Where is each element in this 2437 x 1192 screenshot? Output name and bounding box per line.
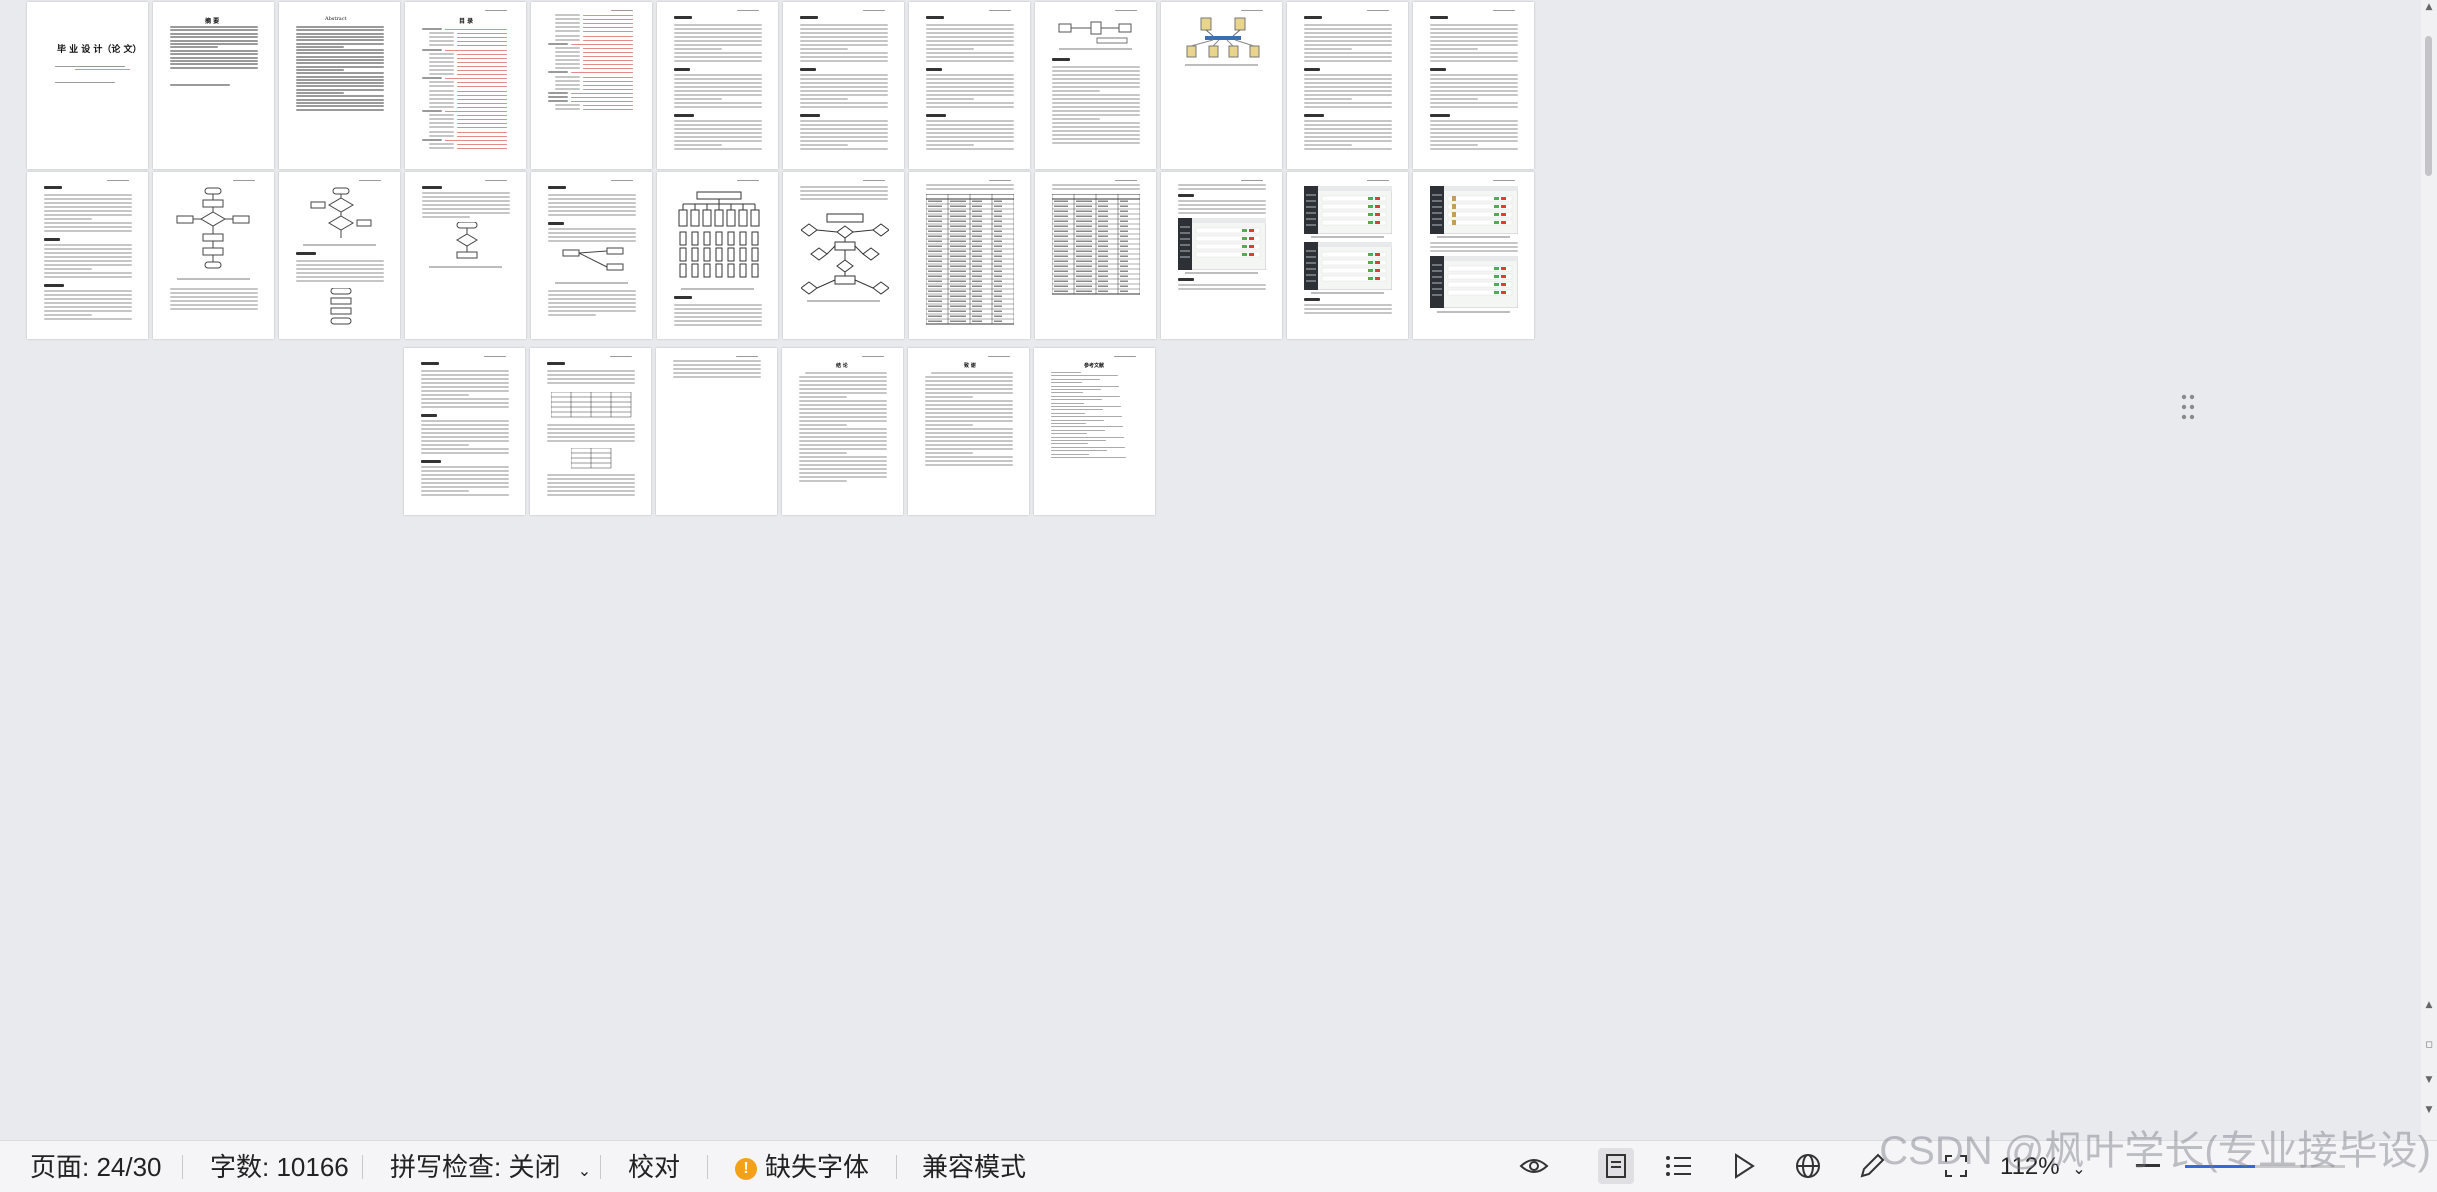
scroll-page-icon[interactable]: ◻: [2424, 1040, 2434, 1050]
ui-screenshot: [1430, 186, 1518, 234]
spellcheck-label: 拼写检查: 关闭: [390, 1152, 561, 1182]
page-view-icon[interactable]: [1598, 1148, 1634, 1184]
page-thumbnail-26[interactable]: [530, 348, 651, 515]
scroll-up-icon[interactable]: ▲: [2424, 2, 2434, 12]
page-thumbnail-5[interactable]: [531, 2, 652, 169]
compat-mode-label: 兼容模式: [922, 1152, 1027, 1182]
status-bar: 页面: 24/30 字数: 10166 拼写检查: 关闭 ⌄ 校对 ! 缺失字体 …: [0, 1140, 2437, 1192]
data-table: [926, 194, 1014, 325]
flowchart: [456, 222, 478, 259]
ui-screenshot: [1304, 186, 1392, 234]
divider: [896, 1155, 897, 1179]
page-thumbnail-13[interactable]: [27, 172, 148, 339]
page-thumbnail-6[interactable]: [657, 2, 778, 169]
zoom-slider-fill: [2185, 1165, 2255, 1168]
conclusion-heading: 结 论: [836, 363, 848, 369]
page-thumbnail-15[interactable]: [279, 172, 400, 339]
thesis-title: 毕 业 设 计（论 文）: [57, 45, 142, 55]
divider: [362, 1155, 363, 1179]
er-diagram: [801, 213, 889, 295]
scroll-page-up-icon[interactable]: ▲: [2424, 1000, 2434, 1010]
abstract-heading: 摘 要: [205, 18, 220, 25]
references-heading: 参考文献: [1084, 363, 1105, 369]
word-count[interactable]: 字数: 10166: [210, 1150, 349, 1184]
page-thumbnail-3[interactable]: Abstract: [279, 2, 400, 169]
page-thumbnail-2[interactable]: 摘 要: [153, 2, 274, 169]
spellcheck-toggle[interactable]: 拼写检查: 关闭 ⌄: [390, 1150, 591, 1184]
chevron-down-icon: ⌄: [2072, 1161, 2086, 1178]
divider: [707, 1155, 708, 1179]
structure-chart: [678, 191, 760, 278]
chevron-down-icon: ⌄: [577, 1163, 592, 1180]
test-table: [571, 448, 612, 469]
page-thumbnail-23[interactable]: [1287, 172, 1408, 339]
page-thumbnail-19[interactable]: [783, 172, 904, 339]
network-diagram: [1058, 21, 1132, 44]
page-thumbnail-16[interactable]: [405, 172, 526, 339]
warning-icon: !: [735, 1158, 757, 1181]
page-thumbnail-7[interactable]: [783, 2, 904, 169]
zoom-level[interactable]: 112% ⌄: [2000, 1150, 2086, 1184]
page-thumbnail-28[interactable]: 结 论: [782, 348, 903, 515]
test-table: [551, 392, 632, 418]
ui-screenshot: [1430, 256, 1518, 308]
flowchart: [310, 187, 372, 238]
page-thumbnail-18[interactable]: [657, 172, 778, 339]
flowchart: [176, 187, 250, 269]
missing-fonts-label: 缺失字体: [765, 1152, 870, 1182]
web-view-icon[interactable]: [1790, 1148, 1826, 1184]
outline-view-icon[interactable]: [1661, 1148, 1697, 1184]
page-thumbnail-22[interactable]: [1161, 172, 1282, 339]
flowchart: [330, 288, 352, 325]
zoom-value: 112%: [2000, 1153, 2060, 1180]
proofread-button[interactable]: 校对: [628, 1150, 680, 1184]
pen-icon[interactable]: [1854, 1148, 1890, 1184]
scrollbar-thumb[interactable]: [2425, 36, 2432, 176]
eye-icon[interactable]: [1516, 1148, 1552, 1184]
page-thumbnail-9[interactable]: [1035, 2, 1156, 169]
ui-screenshot: [1178, 218, 1266, 270]
abstract-en-heading: Abstract: [325, 16, 347, 22]
scroll-down-icon[interactable]: ▼: [2424, 1105, 2434, 1115]
page-thumbnail-24[interactable]: [1413, 172, 1534, 339]
missing-fonts-button[interactable]: ! 缺失字体: [735, 1150, 869, 1184]
scroll-page-down-icon[interactable]: ▼: [2424, 1075, 2434, 1085]
page-thumbnail-21[interactable]: [1035, 172, 1156, 339]
page-thumbnail-17[interactable]: [531, 172, 652, 339]
vertical-scrollbar[interactable]: ▲ ▲ ◻ ▼ ▼: [2421, 0, 2437, 1140]
page-thumbnail-12[interactable]: [1413, 2, 1534, 169]
ui-screenshot: [1304, 242, 1392, 290]
page-thumbnail-11[interactable]: [1287, 2, 1408, 169]
thanks-heading: 致 谢: [964, 363, 976, 369]
data-table: [1052, 194, 1140, 295]
page-indicator[interactable]: 页面: 24/30: [30, 1150, 162, 1184]
page-thumbnail-25[interactable]: [404, 348, 525, 515]
play-icon[interactable]: [1726, 1148, 1762, 1184]
page-thumbnail-20[interactable]: [909, 172, 1030, 339]
page-thumbnail-1[interactable]: 毕 业 设 计（论 文）: [27, 2, 148, 169]
page-thumbnail-27[interactable]: [656, 348, 777, 515]
page-thumbnail-30[interactable]: 参考文献: [1034, 348, 1155, 515]
zoom-slider[interactable]: [2185, 1165, 2345, 1168]
document-canvas[interactable]: 毕 业 设 计（论 文） 摘 要 Abstract 目 录 结 论 致 谢 参考文…: [0, 0, 2437, 1140]
server-diagram: [1186, 17, 1260, 58]
page-thumbnail-14[interactable]: [153, 172, 274, 339]
page-thumbnail-29[interactable]: 致 谢: [908, 348, 1029, 515]
divider: [600, 1155, 601, 1179]
divider: [182, 1155, 183, 1179]
page-thumbnail-8[interactable]: [909, 2, 1030, 169]
drag-handle-icon[interactable]: [2180, 392, 2196, 422]
diagram: [562, 247, 624, 271]
page-thumbnail-4[interactable]: 目 录: [405, 2, 526, 169]
toc-heading: 目 录: [459, 18, 474, 25]
zoom-out-icon[interactable]: [2130, 1148, 2166, 1184]
page-thumbnail-10[interactable]: [1161, 2, 1282, 169]
fit-page-icon[interactable]: [1938, 1148, 1974, 1184]
